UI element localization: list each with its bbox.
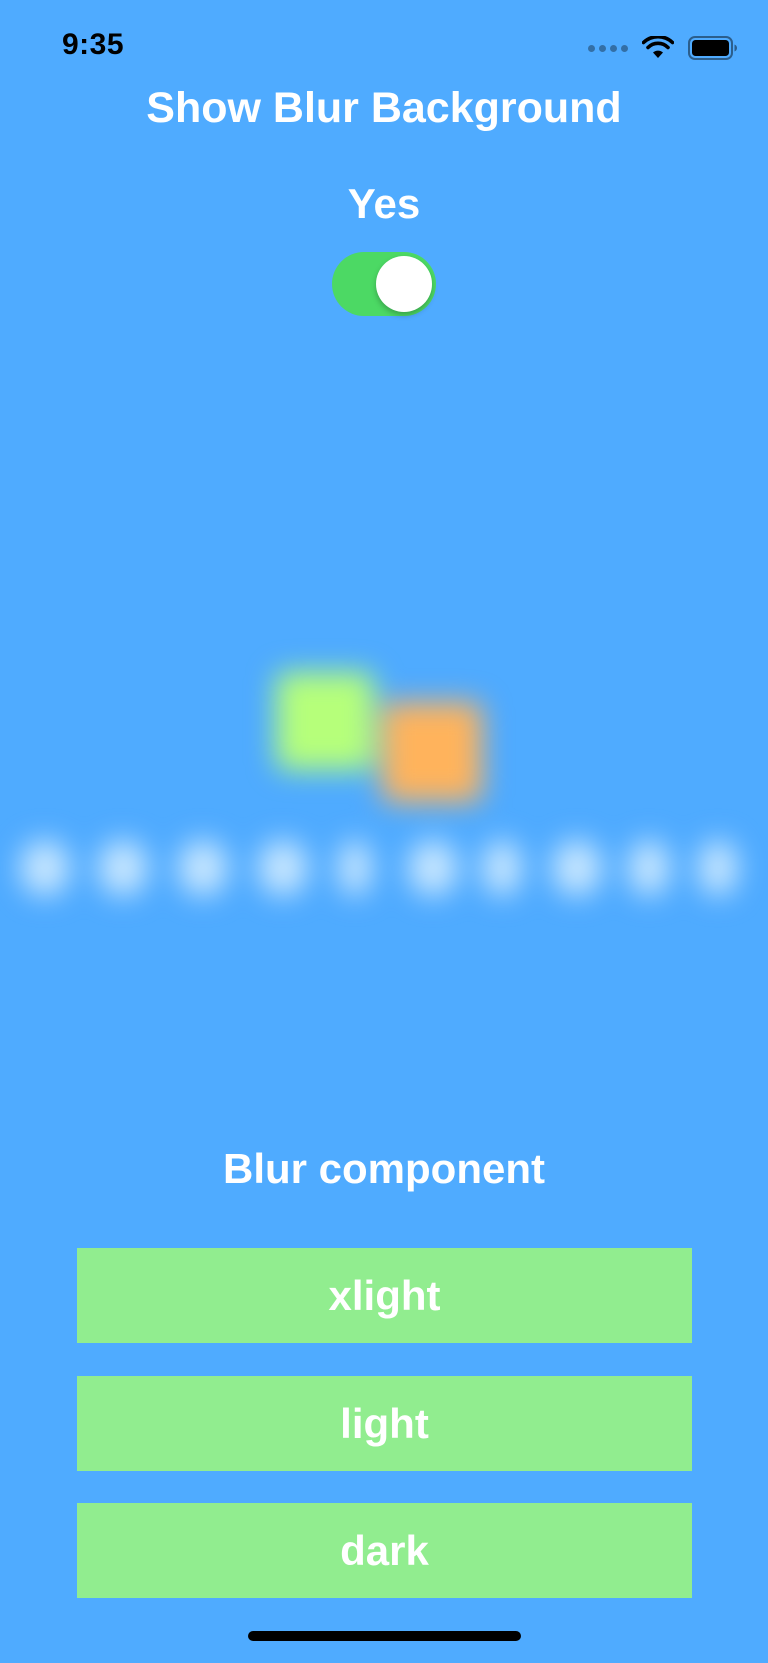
blurred-shape [408, 840, 458, 896]
status-indicators [588, 34, 738, 62]
blurred-shape [338, 840, 372, 896]
toggle-knob [376, 256, 432, 312]
status-time: 9:35 [62, 28, 125, 61]
blurred-shape [20, 840, 70, 896]
blurred-shape [698, 840, 738, 896]
blurred-shape [98, 840, 148, 896]
dark-button[interactable]: dark [77, 1503, 692, 1598]
blurred-shape [552, 840, 602, 896]
toggle-state-label: Yes [347, 180, 421, 227]
xlight-button[interactable]: xlight [77, 1248, 692, 1343]
battery-icon [688, 36, 738, 60]
wifi-icon [642, 36, 674, 60]
blurred-orange-square [382, 702, 482, 802]
signal-dots-icon [588, 44, 628, 52]
blur-component-label: Blur component [223, 1145, 545, 1192]
blurred-shape [178, 840, 228, 896]
blurred-shape [258, 840, 308, 896]
blurred-shape [628, 840, 670, 896]
home-indicator[interactable] [248, 1631, 521, 1641]
app-screen: 9:35 Show Blur Background Yes Blur compo… [0, 0, 768, 1663]
blur-background-toggle[interactable] [332, 252, 436, 316]
page-title: Show Blur Background [146, 84, 622, 132]
light-button[interactable]: light [77, 1376, 692, 1471]
blurred-green-square [276, 672, 374, 770]
blurred-background [0, 0, 768, 1000]
blurred-shape [482, 840, 522, 896]
